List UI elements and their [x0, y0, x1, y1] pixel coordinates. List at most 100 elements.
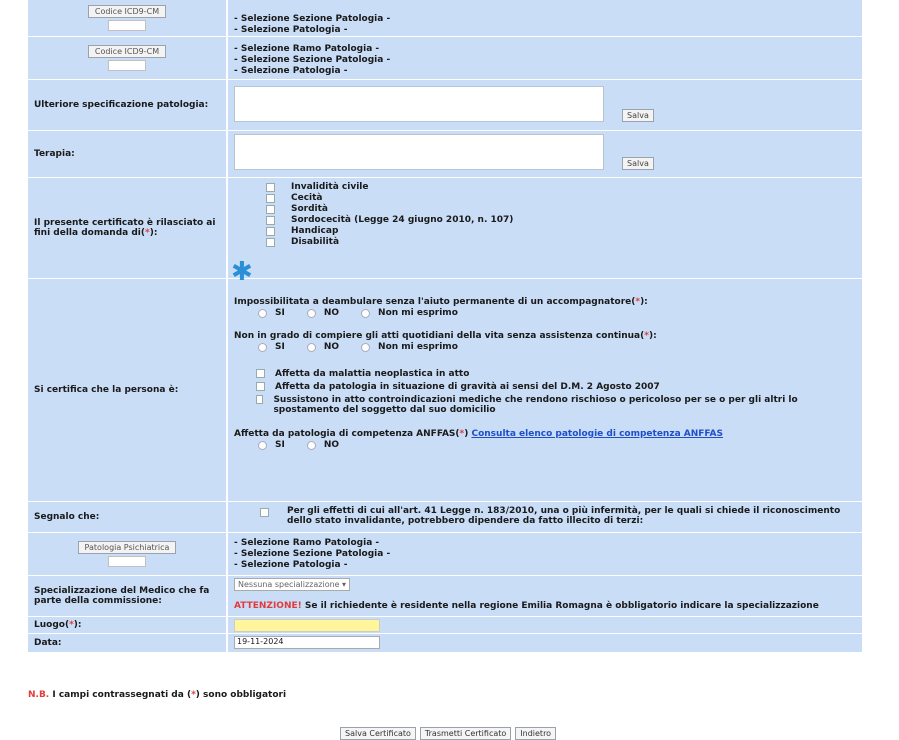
segnala-cell: Per gli effetti di cui all'art. 41 Legge…: [228, 502, 862, 532]
radio[interactable]: [258, 440, 267, 450]
segnala-label: Segnalo che:: [28, 502, 228, 532]
radio-si[interactable]: SI: [258, 307, 285, 319]
question-atti-quotidiani: Non in grado di compiere gli atti quotid…: [234, 331, 657, 341]
option-cecita[interactable]: Cecità: [234, 193, 856, 204]
segnala-text: Per gli effetti di cui all'art. 41 Legge…: [287, 506, 841, 526]
psichiatrica-cell: Patologia Psichiatrica: [28, 533, 228, 575]
checkbox[interactable]: [256, 395, 264, 404]
radio-no[interactable]: NO: [306, 307, 340, 319]
terapia-cell: Salva: [228, 131, 862, 177]
radio[interactable]: [306, 342, 316, 352]
luogo-label-text: Luogo(: [34, 620, 70, 630]
data-label: Data:: [28, 634, 228, 652]
luogo-row: Luogo(*):: [28, 617, 862, 634]
luogo-input[interactable]: [234, 619, 380, 632]
radio-label: NO: [323, 440, 340, 450]
specializzazione-warning: ATTENZIONE! Se il richiedente è resident…: [234, 601, 856, 611]
luogo-label-end: ):: [73, 620, 82, 630]
option-label: Invalidità civile: [291, 182, 369, 192]
checks-group: Affetta da malattia neoplastica in atto …: [234, 369, 856, 415]
radio-si[interactable]: SI: [258, 341, 285, 353]
ulteriore-textarea[interactable]: [234, 86, 604, 122]
select-sezione[interactable]: - Selezione Sezione Patologia -: [234, 549, 856, 560]
checkbox[interactable]: [256, 382, 265, 391]
specializzazione-select[interactable]: Nessuna specializzazione ▾: [234, 578, 350, 591]
option-label: Disabilità: [291, 237, 340, 247]
psichiatrica-input[interactable]: [107, 556, 146, 567]
ulteriore-row: Ulteriore specificazione patologia: Salv…: [28, 80, 862, 131]
back-button[interactable]: Indietro: [515, 727, 557, 740]
select-ramo[interactable]: - Selezione Ramo Patologia -: [234, 538, 856, 549]
save-certificate-button[interactable]: Salva Certificato: [340, 727, 416, 740]
luogo-cell: [228, 617, 862, 633]
radio[interactable]: [306, 440, 316, 450]
required-marker: *: [635, 297, 641, 307]
option-sordocecita[interactable]: Sordocecità (Legge 24 giugno 2010, n. 10…: [234, 215, 856, 226]
option-disabilita[interactable]: Disabilità: [234, 237, 856, 248]
radio-non-mi-esprimo[interactable]: Non mi esprimo: [361, 307, 458, 319]
select-patologia[interactable]: - Selezione Patologia -: [234, 66, 856, 77]
radio[interactable]: [361, 308, 371, 318]
radio-label: Non mi esprimo: [378, 342, 458, 352]
option-handicap[interactable]: Handicap: [234, 226, 856, 237]
icd-cell-2: Codice ICD9-CM: [28, 37, 228, 79]
question-text: Affetta da patologia di competenza ANFFA…: [234, 429, 460, 439]
option-label: Sordocecità (Legge 24 giugno 2010, n. 10…: [291, 215, 514, 225]
ulteriore-salva-button[interactable]: Salva: [622, 109, 654, 122]
asterisk-icon: ✱: [231, 257, 253, 287]
radio-no[interactable]: NO: [306, 439, 340, 451]
checkbox[interactable]: [256, 369, 265, 378]
checkbox[interactable]: [266, 205, 275, 214]
specializzazione-row: Specializzazione del Medico che fa parte…: [28, 576, 862, 617]
radio-si[interactable]: SI: [258, 439, 285, 451]
radio-group-atti: SI NO Non mi esprimo: [234, 341, 856, 353]
check-controindicazioni[interactable]: Sussistono in atto controindicazioni med…: [256, 395, 856, 415]
icd-code-button-top[interactable]: Codice ICD9-CM: [87, 5, 167, 18]
radio[interactable]: [258, 342, 267, 352]
select-patologia[interactable]: - Selezione Patologia -: [234, 25, 856, 36]
checkbox[interactable]: [266, 194, 275, 203]
option-invalidita[interactable]: Invalidità civile: [234, 182, 856, 193]
data-input[interactable]: 19-11-2024: [234, 636, 380, 649]
segnala-checkbox[interactable]: [260, 508, 269, 517]
terapia-salva-button[interactable]: Salva: [622, 157, 654, 170]
radio[interactable]: [361, 342, 371, 352]
certifica-label: Si certifica che la persona è:: [28, 279, 228, 501]
select-sezione[interactable]: - Selezione Sezione Patologia -: [234, 14, 856, 25]
radio-label: NO: [323, 308, 340, 318]
checkbox[interactable]: [266, 227, 275, 236]
option-label: Cecità: [291, 193, 323, 203]
radio-label: SI: [275, 440, 285, 450]
icd-code-input-2[interactable]: [108, 60, 146, 71]
question-anffas: Affetta da patologia di competenza ANFFA…: [234, 429, 723, 439]
checkbox[interactable]: [266, 216, 275, 225]
psichiatrica-row: Patologia Psichiatrica - Selezione Ramo …: [28, 533, 862, 576]
send-certificate-button[interactable]: Trasmetti Certificato: [419, 727, 512, 740]
select-value: Nessuna specializzazione: [238, 580, 340, 589]
data-row: Data: 19-11-2024: [28, 634, 862, 653]
radio[interactable]: [306, 308, 316, 318]
check-neoplastica[interactable]: Affetta da malattia neoplastica in atto: [256, 369, 856, 379]
checkbox[interactable]: [266, 183, 275, 192]
certificate-form: Codice ICD9-CM - Selezione Sezione Patol…: [28, 0, 862, 653]
chevron-down-icon: ▾: [341, 580, 346, 589]
select-sezione[interactable]: - Selezione Sezione Patologia -: [234, 55, 856, 66]
select-ramo[interactable]: - Selezione Ramo Patologia -: [234, 44, 856, 55]
icd-code-button-2[interactable]: Codice ICD9-CM: [87, 45, 167, 58]
radio-non-mi-esprimo[interactable]: Non mi esprimo: [361, 341, 458, 353]
terapia-textarea[interactable]: [234, 134, 604, 170]
domanda-label-end: ):: [149, 228, 158, 238]
certifica-row: Si certifica che la persona è: Impossibi…: [28, 279, 862, 502]
anffas-link[interactable]: Consulta elenco patologie di competenza …: [471, 429, 723, 439]
check-gravita[interactable]: Affetta da patologia in situazione di gr…: [256, 382, 856, 392]
patologia-psichiatrica-button[interactable]: Patologia Psichiatrica: [77, 541, 177, 554]
select-patologia[interactable]: - Selezione Patologia -: [234, 560, 856, 571]
option-sordita[interactable]: Sordità: [234, 204, 856, 215]
option-label: Sordità: [291, 204, 329, 214]
radio-label: Non mi esprimo: [378, 308, 458, 318]
radio-no[interactable]: NO: [306, 341, 339, 353]
nb-label: N.B.: [28, 690, 50, 700]
radio[interactable]: [258, 308, 267, 318]
icd-code-input-top[interactable]: [108, 20, 146, 31]
checkbox[interactable]: [266, 238, 275, 247]
